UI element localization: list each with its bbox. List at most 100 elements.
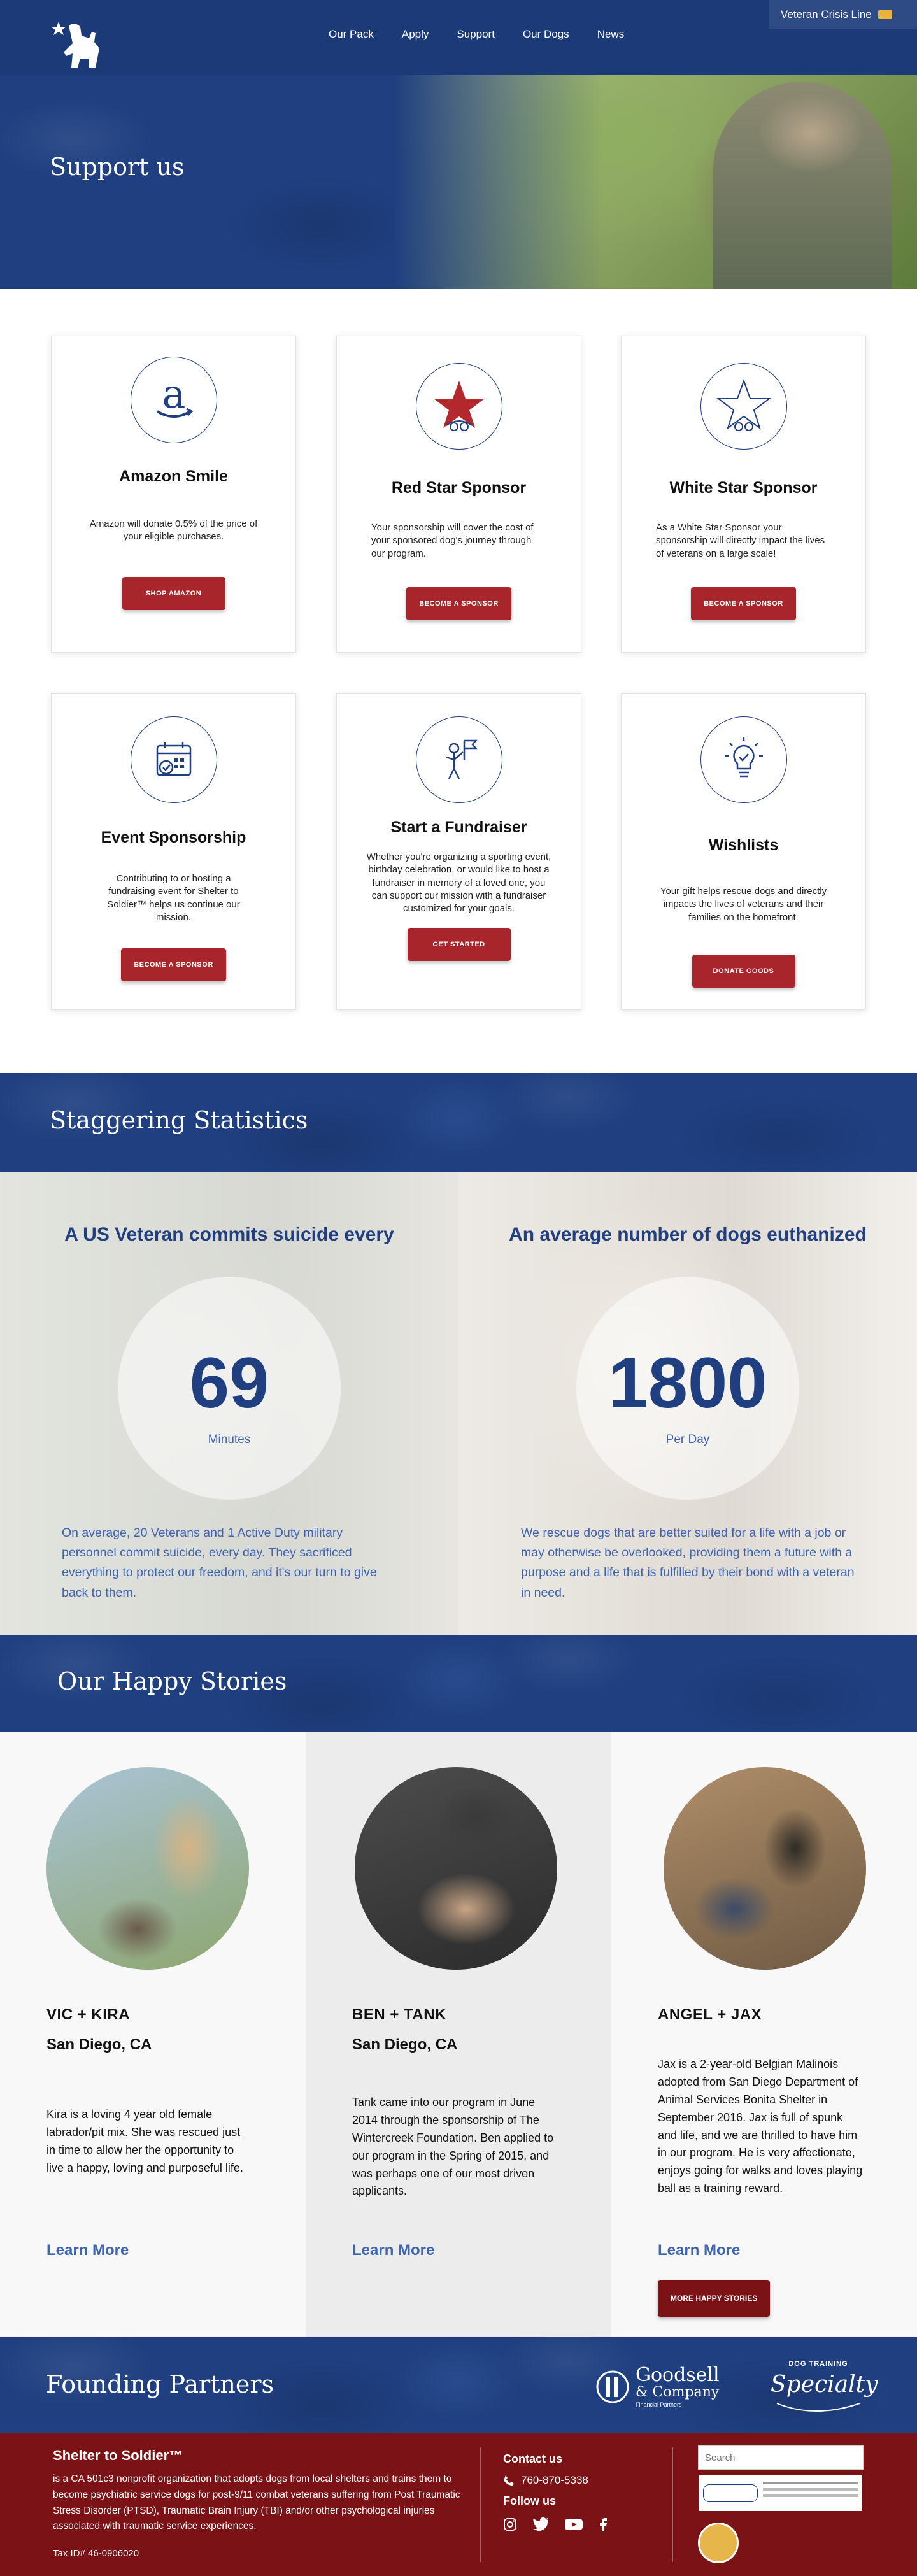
story-city: San Diego, CA [352,2036,458,2053]
story-name: VIC + KIRA [46,2006,131,2023]
page-title: Support us [50,153,185,181]
seal-lines [763,2482,858,2484]
lightbulb-icon [700,716,787,803]
stat-circle: 69 Minutes [118,1277,341,1500]
envelope-icon [878,10,892,19]
calendar-icon [130,716,217,803]
partners-title: Founding Partners [46,2370,274,2398]
stories-band: Our Happy Stories [0,1635,917,1732]
stat-panel-veterans: A US Veteran commits suicide every 69 Mi… [0,1172,458,1635]
follow-title: Follow us [503,2494,556,2507]
footer-about: is a CA 501c3 nonprofit organization tha… [53,2473,460,2532]
site-footer: Shelter to Soldier™ is a CA 501c3 nonpro… [0,2433,917,2576]
stat-heading: A US Veteran commits suicide every [64,1224,394,1245]
twitter-icon[interactable] [532,2517,549,2531]
stat-unit: Minutes [208,1433,251,1446]
site-header: Our Pack Apply Support Our Dogs News Vet… [0,0,917,75]
story-ben-tank: BEN + TANK San Diego, CA Tank came into … [306,1732,611,2337]
nav-news[interactable]: News [597,28,625,41]
stat-description: We rescue dogs that are better suited fo… [521,1526,855,1600]
seal-lines [763,2494,858,2497]
learn-more-link[interactable]: Learn More [352,2242,434,2259]
get-started-button[interactable]: GET STARTED [407,928,511,962]
story-city: San Diego, CA [46,2036,152,2053]
stat-number: 69 [189,1343,269,1423]
stat-unit: Per Day [665,1433,710,1446]
amazon-icon: a [130,357,217,443]
youtube-icon[interactable] [564,2517,583,2531]
social-links [503,2517,608,2531]
swoosh-icon [776,2403,860,2412]
svg-text:a: a [162,374,185,417]
award-seal-icon[interactable] [698,2523,739,2563]
hero-banner: Support us [0,75,917,289]
specialty-name: Specialty [771,2372,878,2398]
footer-org-name: Shelter to Soldier™ [53,2447,183,2463]
card-white-star-sponsor: White Star Sponsor As a White Star Spons… [621,336,866,653]
stats-band: Staggering Statistics [0,1073,917,1172]
red-star-icon [415,363,502,450]
story-text: Kira is a loving 4 year old female labra… [46,2108,243,2174]
seal-lines [763,2488,858,2491]
goodsell-name: Goodsell [636,2364,720,2386]
stat-circle: 1800 Per Day [576,1277,799,1500]
card-amazon-smile: a Amazon Smile Amazon will donate 0.5% o… [51,336,296,653]
charity-seal-icon [703,2484,758,2502]
specialty-logo[interactable]: DOG TRAINING Specialty [771,2360,878,2416]
card-text: Your gift helps rescue dogs and directly… [660,886,827,923]
story-vic-kira: VIC + KIRA San Diego, CA Kira is a lovin… [0,1732,306,2337]
phone-link[interactable]: 760-870-5338 [503,2474,588,2487]
white-star-icon [700,363,787,450]
card-title: Wishlists [708,836,779,854]
learn-more-link[interactable]: Learn More [46,2242,129,2259]
story-name: ANGEL + JAX [658,2006,762,2023]
soldier-with-dog-image [713,82,892,289]
card-start-fundraiser: Start a Fundraiser Whether you're organi… [336,693,581,1010]
become-sponsor-button[interactable]: BECOME A SPONSOR [406,587,511,620]
ben-tank-photo [355,1767,557,1970]
veteran-crisis-line-button[interactable]: Veteran Crisis Line [769,0,917,29]
card-title: Red Star Sponsor [391,479,527,497]
story-angel-jax: ANGEL + JAX Jax is a 2-year-old Belgian … [611,1732,917,2337]
instagram-icon[interactable] [503,2517,517,2531]
specialty-top: DOG TRAINING [788,2360,848,2368]
goodsell-logo[interactable]: Goodsell & Company Financial Partners [595,2366,720,2408]
nav-our-dogs[interactable]: Our Dogs [523,28,569,41]
phone-icon [504,2475,514,2486]
goodsell-mark-icon [596,2370,629,2403]
nav-support[interactable]: Support [457,28,495,41]
story-text: Tank came into our program in June 2014 … [352,2096,554,2198]
phone-number: 760-870-5338 [521,2474,588,2486]
card-red-star-sponsor: Red Star Sponsor Your sponsorship will c… [336,336,581,653]
donate-goods-button[interactable]: DONATE GOODS [692,954,795,988]
card-text: As a White Star Sponsor your sponsorship… [656,522,825,559]
become-sponsor-button[interactable]: BECOME A SPONSOR [121,948,226,981]
angel-jax-photo [664,1767,866,1970]
partners-band: Founding Partners Goodsell & Company Fin… [0,2337,917,2433]
shop-amazon-button[interactable]: SHOP AMAZON [122,576,225,610]
stat-heading: An average number of dogs euthanized [509,1224,867,1245]
facebook-icon[interactable] [599,2517,608,2531]
stats-title: Staggering Statistics [50,1106,308,1134]
card-text: Amazon will donate 0.5% of the price of … [89,518,258,543]
stat-panel-dogs: An average number of dogs euthanized 180… [458,1172,917,1635]
more-happy-stories-button[interactable]: MORE HAPPY STORIES [658,2280,771,2317]
card-title: White Star Sponsor [669,479,818,497]
stat-description: On average, 20 Veterans and 1 Active Dut… [62,1526,377,1600]
main-nav: Our Pack Apply Support Our Dogs News [329,28,624,41]
story-text: Jax is a 2-year-old Belgian Malinois ado… [658,2058,863,2195]
nav-our-pack[interactable]: Our Pack [329,28,374,41]
goodsell-sub: & Company [636,2384,720,2400]
person-flag-icon [415,716,502,803]
learn-more-link[interactable]: Learn More [658,2242,740,2259]
become-sponsor-button[interactable]: BECOME A SPONSOR [691,587,796,620]
logo[interactable] [50,20,108,69]
search-input[interactable] [698,2445,864,2470]
footer-divider [480,2447,481,2562]
card-text: Contributing to or hosting a fundraising… [107,873,240,923]
goodsell-tag: Financial Partners [636,2402,682,2409]
nav-apply[interactable]: Apply [402,28,429,41]
card-wishlists: Wishlists Your gift helps rescue dogs an… [621,693,866,1010]
card-text: Whether you're organizing a sporting eve… [366,851,551,914]
seal-badge[interactable] [698,2474,864,2512]
